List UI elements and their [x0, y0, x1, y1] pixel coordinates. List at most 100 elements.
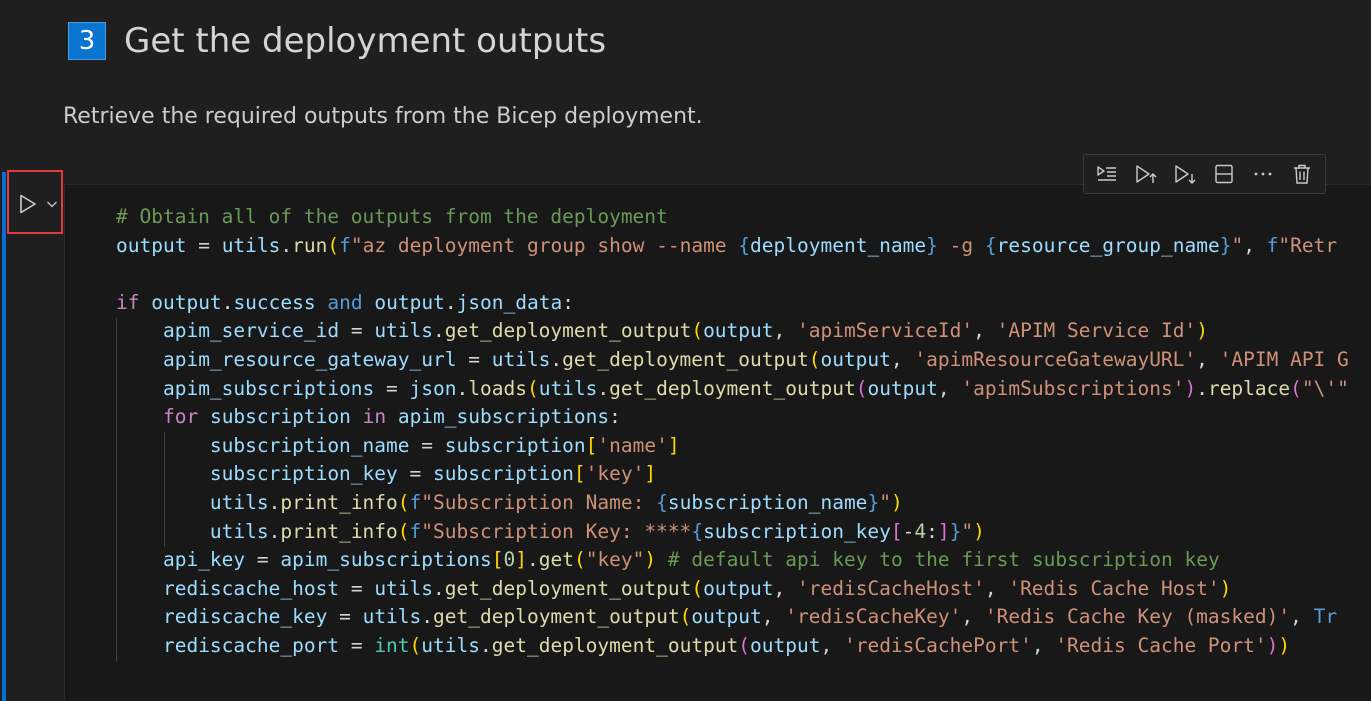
run-options-dropdown[interactable]: [45, 196, 59, 210]
code-token: (: [855, 376, 868, 400]
code-token: .: [456, 376, 469, 400]
code-token: get_deployment_output: [609, 376, 856, 400]
code-token: subscription_key: [209, 462, 398, 486]
execute-cell-and-below-button[interactable]: [1171, 160, 1199, 188]
code-token: =: [339, 576, 375, 600]
code-token: utils: [374, 576, 434, 600]
execute-cell-and-above-button[interactable]: [1132, 160, 1160, 188]
code-line: rediscache_key = utils.get_deployment_ou…: [116, 603, 1349, 632]
code-token: :: [609, 405, 621, 429]
code-token: {: [691, 519, 704, 543]
code-token: "key": [585, 548, 645, 572]
code-token: 'name': [597, 433, 668, 457]
code-token: 'apimServiceId': [797, 319, 974, 343]
code-token: if: [116, 290, 140, 314]
delete-cell-icon: [1293, 164, 1310, 184]
code-token: (: [679, 605, 692, 629]
code-token: .: [480, 633, 492, 657]
code-token: [: [491, 548, 504, 572]
code-token: :: [926, 519, 938, 543]
code-token: [: [573, 462, 586, 486]
code-token: "\'": [1301, 376, 1349, 400]
code-line: rediscache_host = utils.get_deployment_o…: [116, 575, 1349, 604]
run-controls-highlight: [7, 170, 63, 234]
code-token: =: [186, 233, 222, 257]
code-token: [: [890, 519, 903, 543]
code-token: output: [750, 633, 821, 657]
more-actions-icon: [1254, 172, 1272, 176]
code-token: "Retr: [1278, 233, 1338, 257]
code-token: {: [738, 233, 751, 257]
cell-toolbar: [1083, 154, 1326, 194]
code-token: (: [327, 233, 340, 257]
execute-above-button[interactable]: [1093, 160, 1121, 188]
code-token: f: [409, 519, 422, 543]
split-cell-button[interactable]: [1210, 160, 1238, 188]
code-token: .: [433, 576, 445, 600]
code-cell-editor[interactable]: # Obtain all of the outputs from the dep…: [64, 184, 1371, 701]
code-token: }: [949, 519, 962, 543]
code-token: get: [538, 548, 574, 572]
code-token: "az deployment group show --name: [350, 233, 739, 257]
run-cell-button[interactable]: [17, 193, 39, 215]
code-token: ": [961, 519, 974, 543]
code-token: 0: [503, 548, 516, 572]
more-actions-button[interactable]: [1249, 160, 1277, 188]
code-token: ): [1266, 633, 1279, 657]
code-token: ,: [761, 605, 786, 629]
code-token: subscription: [209, 405, 351, 429]
code-token: success: [233, 290, 316, 314]
delete-cell-button[interactable]: [1288, 160, 1316, 188]
code-token: for: [162, 405, 199, 429]
code-token: }: [867, 490, 880, 514]
code-token: subscription_name: [209, 433, 410, 457]
execute-cell-and-below-icon: [1175, 165, 1196, 184]
code-token: replace: [1207, 376, 1291, 400]
code-token: apim_subscriptions: [162, 376, 375, 400]
code-token: -g: [937, 233, 985, 257]
code-token: get_deployment_output: [491, 633, 739, 657]
code-token: ,: [984, 576, 1009, 600]
code-token: (: [409, 633, 422, 657]
code-token: f: [339, 233, 351, 257]
code-token: "Subscription Name:: [421, 490, 657, 514]
code-token: f: [409, 490, 422, 514]
code-token: 'redisCacheHost': [797, 576, 985, 600]
code-line: utils.print_info(f"Subscription Name: {s…: [116, 489, 1349, 518]
code-line: apim_service_id = utils.get_deployment_o…: [116, 317, 1349, 346]
code-token: print_info: [280, 519, 398, 543]
code-token: {: [656, 490, 668, 514]
code-token: (: [808, 347, 821, 371]
code-token: ): [973, 519, 985, 543]
code-token: .: [221, 290, 234, 314]
code-token: 'Redis Cache Port': [1055, 633, 1267, 657]
code-token: deployment_name: [750, 233, 927, 257]
code-token: json: [409, 376, 457, 400]
execute-cell-and-above-icon: [1136, 165, 1157, 183]
code-token: ,: [937, 376, 962, 400]
code-token: }: [1219, 233, 1232, 257]
code-token: utils: [538, 376, 598, 400]
code-token: ]: [515, 548, 527, 572]
code-token: ,: [773, 319, 797, 343]
code-token: (: [738, 633, 751, 657]
code-token: ): [644, 548, 657, 572]
code-token: }: [926, 233, 938, 257]
code-token: output: [151, 290, 222, 314]
code-token: run: [292, 233, 328, 257]
code-token: # default api key to the first subscript…: [667, 548, 1220, 572]
code-token: 4: [914, 519, 927, 543]
code-token: .: [268, 490, 281, 514]
markdown-heading: 3 Get the deployment outputs: [68, 18, 606, 64]
code-line: apim_resource_gateway_url = utils.get_de…: [116, 346, 1349, 375]
code-token: ): [1219, 576, 1232, 600]
code-token: subscription_name: [667, 490, 868, 514]
code-line: rediscache_port = int(utils.get_deployme…: [116, 632, 1349, 661]
